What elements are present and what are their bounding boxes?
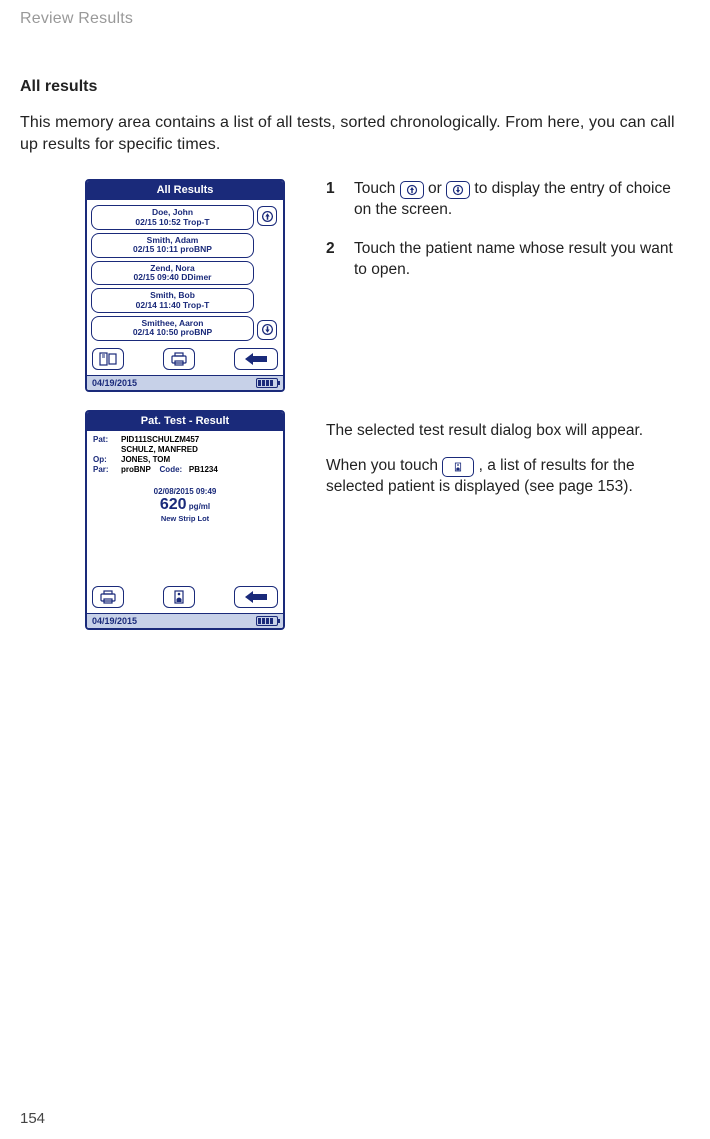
back-icon-button[interactable] [234, 586, 278, 608]
pat-id: PID111SCHULZM457 [121, 435, 277, 445]
list-item[interactable]: Zend, Nora 02/15 09:40 DDimer [91, 261, 254, 286]
status-date: 04/19/2015 [92, 378, 137, 388]
step-text: Touch or to display the entry of choice … [354, 179, 690, 221]
device-title: Pat. Test - Result [87, 412, 283, 431]
device-test-result: Pat. Test - Result Pat:PID111SCHULZM457 … [85, 410, 285, 630]
screenshots-column: All Results Doe, John 02/15 10:52 Trop-T… [20, 179, 290, 629]
instructions-column: 1 Touch or to display the entry of choic… [326, 179, 690, 629]
arrow-up-icon [400, 181, 424, 199]
status-bar: 04/19/2015 [87, 375, 283, 390]
par-code-row: proBNP Code: PB1234 [121, 465, 277, 475]
back-icon-button[interactable] [234, 348, 278, 370]
status-bar: 04/19/2015 [87, 613, 283, 628]
step-number: 1 [326, 179, 340, 221]
list-item[interactable]: Smith, Adam 02/15 10:11 proBNP [91, 233, 254, 258]
patient-list-icon-button[interactable] [163, 586, 195, 608]
pat-name: SCHULZ, MANFRED [121, 445, 277, 455]
status-date: 04/19/2015 [92, 616, 137, 626]
step-text: Touch the patient name whose result you … [354, 239, 690, 281]
patient-list-icon [442, 457, 474, 477]
paragraph: When you touch , a list of results for t… [326, 456, 690, 498]
code-value: PB1234 [189, 465, 218, 474]
qr-icon-button[interactable] [92, 348, 124, 370]
page-number: 154 [20, 1110, 45, 1127]
device-title: All Results [87, 181, 283, 200]
list-item[interactable]: Smithee, Aaron 02/14 10:50 proBNP [91, 316, 254, 341]
result-value: 620 [160, 496, 187, 513]
par-value: proBNP [121, 465, 151, 474]
code-label: Code: [160, 465, 183, 474]
par-label: Par: [93, 465, 117, 475]
step-number: 2 [326, 239, 340, 281]
list-item[interactable]: Doe, John 02/15 10:52 Trop-T [91, 205, 254, 230]
lot-note: New Strip Lot [93, 514, 277, 523]
list-item[interactable]: Smith, Bob 02/14 11:40 Trop-T [91, 288, 254, 313]
results-list: Doe, John 02/15 10:52 Trop-T Smith, Adam… [91, 205, 254, 340]
scroll-up-button[interactable] [257, 206, 277, 226]
result-unit: pg/ml [189, 502, 210, 511]
result-timestamp: 02/08/2015 09:49 [93, 487, 277, 496]
op-label: Op: [93, 455, 117, 465]
intro-paragraph: This memory area contains a list of all … [20, 112, 690, 155]
arrow-down-icon [446, 181, 470, 199]
pat-label: Pat: [93, 435, 117, 445]
step: 1 Touch or to display the entry of choic… [326, 179, 690, 221]
step: 2 Touch the patient name whose result yo… [326, 239, 690, 281]
print-icon-button[interactable] [163, 348, 195, 370]
section-title: All results [20, 78, 690, 96]
battery-icon [256, 616, 278, 626]
scroll-down-button[interactable] [257, 320, 277, 340]
print-icon-button[interactable] [92, 586, 124, 608]
paragraph: The selected test result dialog box will… [326, 421, 690, 442]
op-value: JONES, TOM [121, 455, 277, 465]
battery-icon [256, 378, 278, 388]
device-all-results: All Results Doe, John 02/15 10:52 Trop-T… [85, 179, 285, 391]
running-header: Review Results [20, 10, 690, 28]
